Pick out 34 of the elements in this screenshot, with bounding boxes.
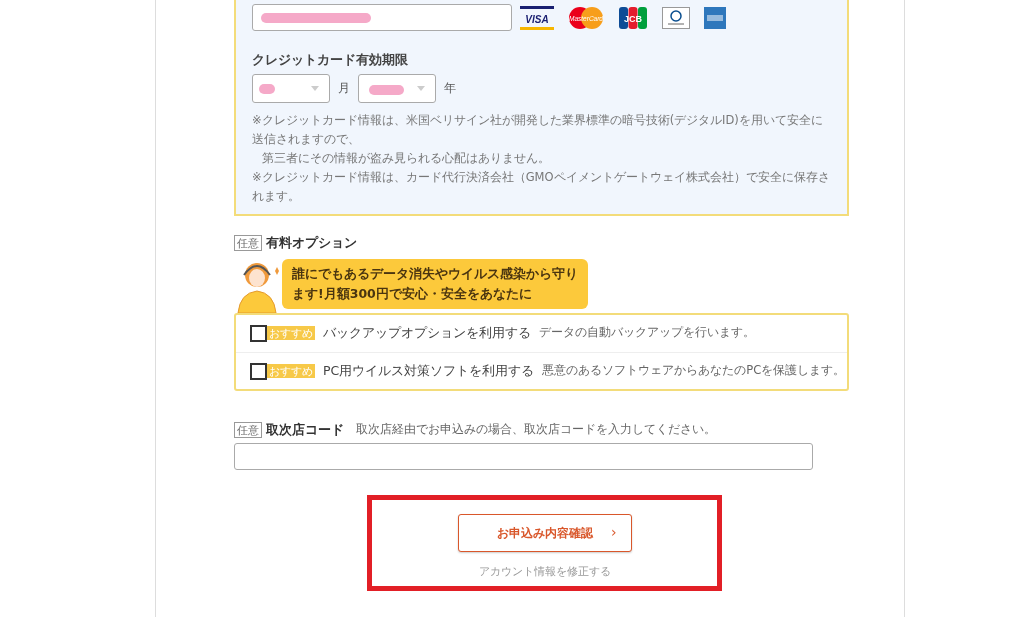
diners-club-logo — [662, 6, 690, 29]
security-note: ※クレジットカード情報は、米国ベリサイン社が開発した業界標準の暗号技術(デジタルID)を用いて安全に送信されますので、 — [252, 111, 824, 148]
option-description: データの自動バックアップを行います。 — [539, 324, 755, 342]
field-hint: 取次店経由でお申込みの場合、取次店コードを入力してください。 — [356, 421, 716, 439]
amex-logo — [704, 6, 726, 29]
section-title: 取次店コード — [266, 420, 344, 439]
speech-text: 誰にでもあるデータ消失やウイルス感染から守り — [292, 264, 578, 283]
caret-icon — [417, 85, 425, 91]
recommended-tag: おすすめ — [267, 363, 315, 378]
confirm-button[interactable]: お申込み内容確認 › — [457, 514, 632, 553]
redaction-mark — [259, 83, 275, 94]
speech-text: ます!月額300円で安心・安全をあなたに — [292, 284, 533, 303]
security-note: 第三者にその情報が盗み見られる心配はありません。 — [261, 149, 551, 167]
caret-icon — [311, 85, 319, 91]
security-note: ※クレジットカード情報は、カード代行決済会社（GMOペイメントゲートウェイ株式会社）で安全に保存されます。 — [252, 168, 831, 205]
year-unit: 年 — [443, 80, 457, 98]
option-label[interactable]: PC用ウイルス対策ソフトを利用する — [323, 361, 535, 381]
year-select[interactable] — [358, 73, 436, 103]
month-select[interactable] — [252, 73, 330, 103]
section-title: 有料オプション — [266, 233, 357, 252]
expiry-label: クレジットカード有効期限 — [252, 51, 409, 69]
redaction-mark — [369, 84, 404, 95]
chevron-icon: › — [610, 522, 617, 544]
optional-tag: 任意 — [234, 235, 262, 252]
optional-tag: 任意 — [234, 421, 262, 438]
month-unit: 月 — [337, 80, 351, 98]
option-description: 悪意のあるソフトウェアからあなたのPCを保護します。 — [542, 362, 846, 380]
checkbox[interactable] — [250, 324, 267, 342]
recommended-tag: おすすめ — [267, 325, 315, 340]
card-number-field[interactable] — [252, 4, 512, 31]
checkbox[interactable] — [250, 362, 267, 380]
agent-code-field[interactable] — [234, 443, 813, 471]
visa-logo: VISA — [520, 5, 554, 30]
option-label[interactable]: バックアップオプションを利用する — [323, 323, 531, 343]
